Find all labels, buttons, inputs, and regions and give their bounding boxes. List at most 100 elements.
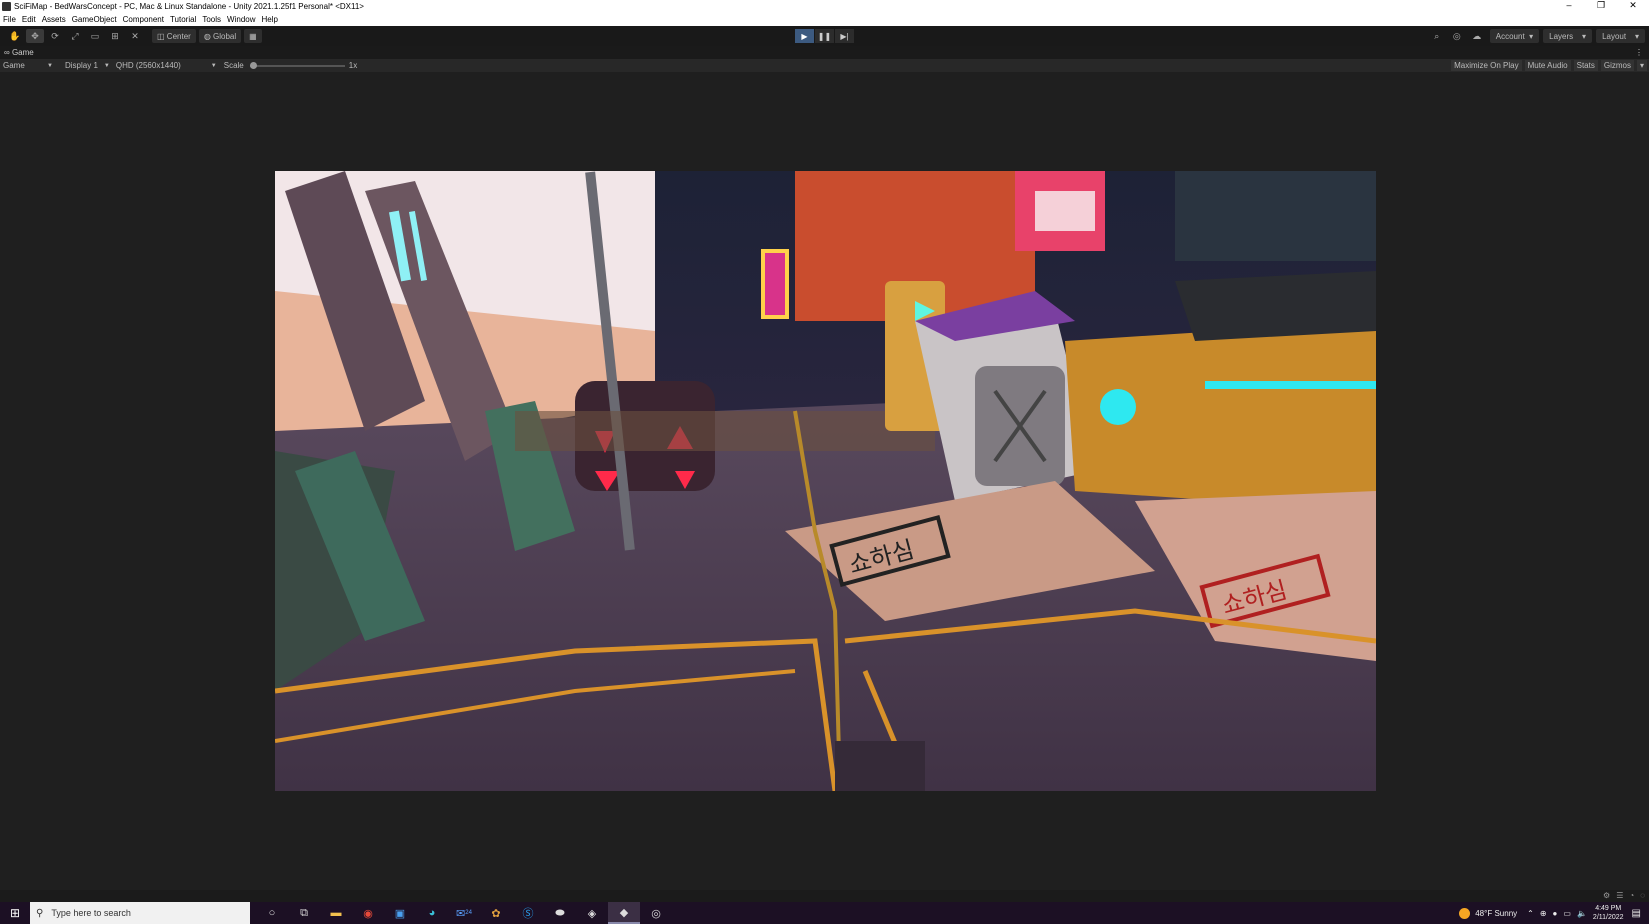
mail-badge: 24 <box>465 910 472 916</box>
layers-label: Layers <box>1549 31 1574 41</box>
minimize-button[interactable]: – <box>1553 0 1585 11</box>
progress-icon[interactable]: ◔ <box>1629 891 1634 900</box>
search-icon: ⚲ <box>36 907 44 919</box>
task-view-icon[interactable]: ⧉ <box>288 902 320 924</box>
taskbar-pinned-apps: ○ ⧉ ▬ ◉ ▣ ◕ ✉ 24 ✿ Ⓢ ⬬ ◈ ◆ ◎ <box>256 902 672 924</box>
pivot-label: Center <box>166 31 191 41</box>
layout-label: Layout <box>1602 31 1627 41</box>
stats-toggle[interactable]: Stats <box>1573 60 1598 71</box>
unity-editor-icon[interactable]: ◆ <box>608 902 640 924</box>
maximize-on-play-toggle[interactable]: Maximize On Play <box>1451 60 1522 71</box>
sync-icon[interactable]: ◌ <box>1640 891 1645 900</box>
collab-icon[interactable]: ◎ <box>1448 29 1466 43</box>
main-toolbar: ✋ ✥ ⟳ ⤢ ▭ ⊞ ✕ ◫ Center ◍ Global ▦ ▶ ❚❚ ▶… <box>0 26 1649 46</box>
transform-tool-icon[interactable]: ⊞ <box>106 29 124 43</box>
cloud-icon[interactable]: ☁ <box>1468 29 1486 43</box>
cortana-icon[interactable]: ○ <box>256 902 288 924</box>
resolution-dropdown[interactable]: QHD (2560x1440) ▼ <box>113 61 220 70</box>
menu-component[interactable]: Component <box>123 15 164 24</box>
step-icon: ▶| <box>840 31 849 41</box>
menu-file[interactable]: File <box>3 15 16 24</box>
window-controls: – ❐ ✕ <box>1553 0 1649 11</box>
pause-button[interactable]: ❚❚ <box>815 29 834 43</box>
menu-tutorial[interactable]: Tutorial <box>170 15 196 24</box>
display-dropdown[interactable]: Display 1 ▼ <box>62 61 113 70</box>
scale-tool-icon[interactable]: ⤢ <box>66 29 84 43</box>
chevron-down-icon: ▾ <box>1634 31 1639 41</box>
notification-icon[interactable]: ▤ <box>1632 908 1641 919</box>
menu-assets[interactable]: Assets <box>42 15 66 24</box>
move-tool-icon[interactable]: ✥ <box>26 29 44 43</box>
menu-tools[interactable]: Tools <box>202 15 221 24</box>
bug-icon[interactable]: ⚙ <box>1603 891 1610 900</box>
windows-start-button[interactable]: ⊞ <box>0 902 30 924</box>
store-icon[interactable]: ▣ <box>384 902 416 924</box>
layers-dropdown[interactable]: Layers ▾ <box>1543 29 1593 43</box>
step-button[interactable]: ▶| <box>835 29 854 43</box>
volume-icon[interactable]: 🔈 <box>1577 909 1587 918</box>
game-view-toolbar: Game ▼ Display 1 ▼ QHD (2560x1440) ▼ Scale … <box>0 59 1649 72</box>
game-view-options: Maximize On Play Mute Audio Stats Gizmos… <box>1448 59 1647 72</box>
game-render[interactable]: 쇼하심 쇼하심 <box>275 171 1376 791</box>
editor-status-bar: ⚙ ☰ ◔ ◌ <box>0 890 1649 902</box>
database-icon[interactable]: ☰ <box>1616 891 1623 900</box>
display-icon[interactable]: ▭ <box>1563 909 1571 918</box>
colorful-app-icon[interactable]: ✿ <box>480 902 512 924</box>
search-icon[interactable]: ⌕ <box>1428 29 1446 43</box>
rotate-tool-icon[interactable]: ⟳ <box>46 29 64 43</box>
sun-icon <box>1459 907 1471 919</box>
unity-hub-icon[interactable]: ◈ <box>576 902 608 924</box>
account-label: Account <box>1495 31 1525 41</box>
chevron-down-icon[interactable]: ▾ <box>1636 60 1647 71</box>
view-label: Game <box>3 61 25 70</box>
resolution-label: QHD (2560x1440) <box>115 61 181 70</box>
windows-taskbar: ⊞ ⚲ Type here to search ○ ⧉ ▬ ◉ ▣ ◕ ✉ 24 … <box>0 902 1649 924</box>
game-view-icon: ∞ <box>4 48 10 57</box>
pause-icon: ❚❚ <box>817 31 832 41</box>
mail-icon[interactable]: ✉ 24 <box>448 902 480 924</box>
layout-dropdown[interactable]: Layout ▾ <box>1596 29 1645 43</box>
menu-help[interactable]: Help <box>262 15 278 24</box>
github-desktop-icon[interactable]: ◎ <box>640 902 672 924</box>
weather-widget[interactable]: 48°F Sunny <box>1459 907 1518 919</box>
scale-label: Scale <box>223 61 244 70</box>
chevron-down-icon: ▾ <box>1582 31 1587 41</box>
play-button[interactable]: ▶ <box>795 29 814 43</box>
view-dropdown[interactable]: Game ▼ <box>0 61 56 70</box>
menu-gameobject[interactable]: GameObject <box>72 15 117 24</box>
chrome-icon[interactable]: ◉ <box>352 902 384 924</box>
menu-edit[interactable]: Edit <box>22 15 36 24</box>
account-dropdown[interactable]: Account ▾ <box>1489 29 1540 43</box>
play-controls: ▶ ❚❚ ▶| <box>795 29 855 43</box>
mute-audio-toggle[interactable]: Mute Audio <box>1524 60 1571 71</box>
temperature: 48°F <box>1475 908 1493 918</box>
game-tab[interactable]: ∞ Game ⋮ <box>0 46 1649 59</box>
taskbar-clock[interactable]: 4:49 PM 2/11/2022 <box>1593 904 1624 922</box>
taskbar-search-box[interactable]: ⚲ Type here to search <box>30 902 250 924</box>
edge-icon[interactable]: ◕ <box>416 902 448 924</box>
gizmos-toggle[interactable]: Gizmos <box>1600 60 1634 71</box>
play-icon: ▶ <box>801 31 808 41</box>
system-tray: 48°F Sunny ⌃ ⊕ ● ▭ 🔈 4:49 PM 2/11/2022 ▤ <box>1459 902 1649 924</box>
game-controller-icon[interactable]: ⬬ <box>544 902 576 924</box>
menu-window[interactable]: Window <box>227 15 255 24</box>
scale-slider[interactable] <box>249 61 345 69</box>
custom-tool-icon[interactable]: ✕ <box>126 29 144 43</box>
skype-icon[interactable]: Ⓢ <box>512 902 544 924</box>
close-button[interactable]: ✕ <box>1617 0 1649 11</box>
scale-slider-knob[interactable] <box>249 61 257 69</box>
shield-icon[interactable]: ● <box>1553 909 1558 918</box>
space-global-toggle[interactable]: ◍ Global <box>198 29 242 43</box>
pivot-center-toggle[interactable]: ◫ Center <box>152 29 196 43</box>
unity-app-icon <box>2 2 11 11</box>
restore-button[interactable]: ❐ <box>1585 0 1617 11</box>
rect-tool-icon[interactable]: ▭ <box>86 29 104 43</box>
grid-snap-button[interactable]: ▦ <box>244 29 262 43</box>
tray-chevron-icon[interactable]: ⌃ <box>1527 909 1534 918</box>
clock-time: 4:49 PM <box>1595 905 1622 912</box>
hand-tool-icon[interactable]: ✋ <box>6 29 24 43</box>
network-icon[interactable]: ⊕ <box>1540 909 1547 918</box>
file-explorer-icon[interactable]: ▬ <box>320 902 352 924</box>
kebab-menu-icon[interactable]: ⋮ <box>1635 48 1643 57</box>
weather-condition: Sunny <box>1494 908 1518 918</box>
